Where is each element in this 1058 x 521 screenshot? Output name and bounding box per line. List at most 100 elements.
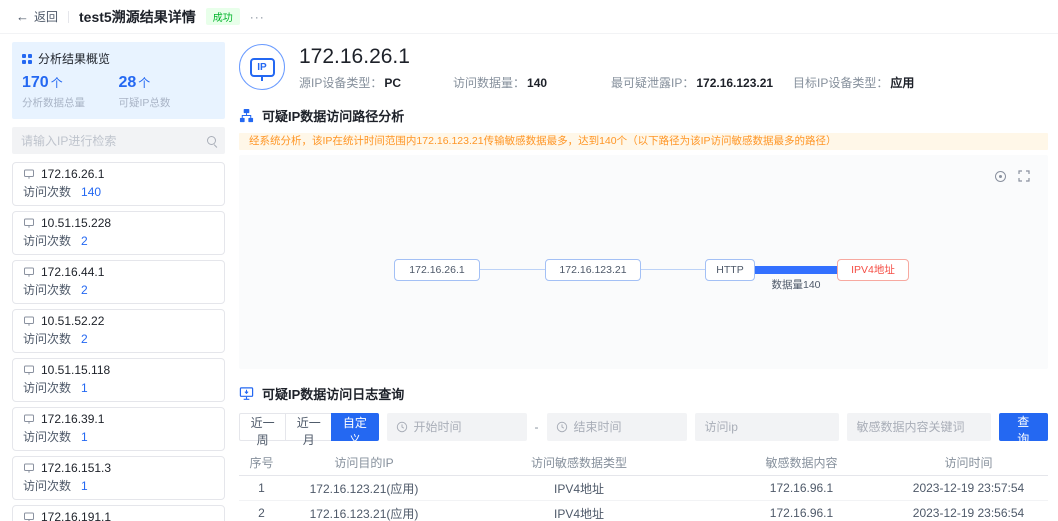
- more-menu-button[interactable]: ···: [250, 10, 265, 24]
- diagram-toolbar: [995, 170, 1030, 182]
- visit-count-label: 访问次数: [23, 332, 71, 346]
- ip-list-item[interactable]: 172.16.39.1 访问次数 1: [12, 407, 225, 451]
- end-time-input[interactable]: [574, 420, 678, 434]
- back-button[interactable]: ← 返回: [16, 8, 58, 25]
- ip-list-item[interactable]: 172.16.151.3 访问次数1: [12, 456, 225, 500]
- stat-total-data: 170个 分析数据总量: [22, 74, 119, 110]
- stat-label: 可疑IP总数: [119, 95, 216, 110]
- visit-count: 2: [81, 283, 88, 297]
- stat-value: 170: [22, 74, 49, 91]
- table-header-row: 序号 访问目的IP 访问敏感数据类型 敏感数据内容 访问时间: [239, 450, 1048, 476]
- back-arrow-icon: ←: [16, 9, 29, 24]
- clock-icon: [556, 421, 568, 433]
- ip-address: 172.16.39.1: [41, 412, 104, 426]
- cell-dest-ip: 172.16.123.21(应用): [284, 505, 444, 521]
- range-month-button[interactable]: 近一月: [285, 413, 332, 441]
- search-icon[interactable]: [207, 136, 216, 145]
- stat-suspicious-ips: 28个 可疑IP总数: [119, 74, 216, 110]
- meta-value: 应用: [890, 76, 914, 90]
- diagram-node-source-ip[interactable]: 172.16.26.1: [394, 259, 480, 281]
- stat-unit: 个: [51, 76, 63, 90]
- ip-address: 10.51.15.118: [41, 363, 110, 377]
- cell-data-type: IPV4地址: [444, 505, 714, 521]
- back-label: 返回: [34, 8, 58, 25]
- keyword-input[interactable]: [847, 413, 991, 441]
- visit-count-label: 访问次数: [23, 283, 71, 297]
- ip-list-item[interactable]: 10.51.15.118 访问次数 1: [12, 358, 225, 402]
- cell-time: 2023-12-19 23:57:54: [889, 481, 1048, 495]
- stat-value: 28: [119, 74, 137, 91]
- range-custom-button[interactable]: 自定义: [331, 413, 378, 441]
- range-week-button[interactable]: 近一周: [239, 413, 286, 441]
- visit-count-label: 访问次数: [23, 234, 71, 248]
- ip-tag-icon: [23, 413, 35, 425]
- path-section-title-row: 可疑IP数据访问路径分析: [239, 106, 1048, 125]
- cell-index: 1: [239, 481, 284, 495]
- meta-target-device: 目标IP设备类型：应用: [793, 74, 914, 91]
- visit-count-label: 访问次数: [23, 479, 71, 493]
- fullscreen-icon[interactable]: [1018, 170, 1030, 182]
- ip-glyph: IP: [250, 58, 275, 77]
- meta-value: PC: [384, 76, 401, 90]
- ip-address: 10.51.52.22: [41, 314, 104, 328]
- path-section-title: 可疑IP数据访问路径分析: [262, 106, 404, 125]
- log-section-title-row: 可疑IP数据访问日志查询: [239, 384, 1048, 403]
- page-title: test5溯源结果详情: [79, 7, 196, 27]
- visit-count: 2: [81, 234, 88, 248]
- visit-count-label: 访问次数: [23, 430, 71, 444]
- grid-icon: [22, 54, 32, 64]
- meta-source-device: 源IP设备类型：PC: [299, 74, 453, 91]
- ip-tag-icon: [23, 364, 35, 376]
- overview-card: 分析结果概览 170个 分析数据总量 28个 可疑IP总数: [12, 42, 225, 119]
- ip-list-item[interactable]: 172.16.44.1 访问次数 2: [12, 260, 225, 304]
- diagram-node-leak-ip[interactable]: 172.16.123.21: [545, 259, 641, 281]
- meta-label: 源IP设备类型：: [299, 76, 382, 90]
- ip-list-item[interactable]: 10.51.52.22 访问次数 2: [12, 309, 225, 353]
- analysis-alert: 经系统分析，该IP在统计时间范围内172.16.123.21传输敏感数据最多，达…: [239, 133, 1048, 150]
- status-badge: 成功: [206, 8, 240, 25]
- ip-address: 10.51.15.228: [41, 216, 111, 230]
- ip-tag-icon: [23, 511, 35, 521]
- ip-list: 172.16.26.1 访问次数140 10.51.15.228 访问次数 2 1…: [12, 162, 225, 521]
- diagram-node-data-type[interactable]: IPV4地址: [837, 259, 909, 281]
- ip-tag-icon: [23, 462, 35, 474]
- ip-search-input[interactable]: [21, 134, 207, 148]
- start-time-input[interactable]: [414, 420, 518, 434]
- locate-icon[interactable]: [995, 171, 1006, 182]
- overview-title: 分析结果概览: [38, 50, 110, 67]
- ip-list-item[interactable]: 172.16.191.1 访问次数1: [12, 505, 225, 521]
- ip-address: 172.16.151.3: [41, 461, 111, 475]
- visit-count-label: 访问次数: [23, 381, 71, 395]
- col-header: 访问时间: [889, 454, 1048, 471]
- end-time-field: [547, 413, 687, 441]
- ip-search: [12, 127, 225, 154]
- main-content: IP 172.16.26.1 源IP设备类型：PC 访问数据量：140 最可疑泄…: [239, 42, 1048, 521]
- ip-meta-row: 源IP设备类型：PC 访问数据量：140 最可疑泄露IP：172.16.123.…: [299, 74, 1048, 91]
- time-range-group: 近一周 近一月 自定义: [239, 413, 379, 441]
- cell-data-content: 172.16.96.1: [714, 481, 889, 495]
- meta-value: 140: [527, 76, 547, 90]
- clock-icon: [396, 421, 408, 433]
- visit-ip-input[interactable]: [695, 413, 839, 441]
- ip-address: 172.16.44.1: [41, 265, 104, 279]
- log-table: 序号 访问目的IP 访问敏感数据类型 敏感数据内容 访问时间 1 172.16.…: [239, 450, 1048, 521]
- cell-data-content: 172.16.96.1: [714, 506, 889, 520]
- diagram-edge: [480, 269, 545, 270]
- monitor-icon: [239, 386, 254, 401]
- visit-count-label: 访问次数: [23, 185, 71, 199]
- log-section-title: 可疑IP数据访问日志查询: [262, 384, 404, 403]
- divider: [68, 11, 69, 23]
- visit-count: 1: [81, 430, 88, 444]
- query-button[interactable]: 查询: [999, 413, 1048, 441]
- meta-label: 目标IP设备类型：: [793, 76, 888, 90]
- meta-data-volume: 访问数据量：140: [453, 74, 611, 91]
- range-separator: -: [535, 420, 539, 434]
- visit-count: 2: [81, 332, 88, 346]
- cell-dest-ip: 172.16.123.21(应用): [284, 480, 444, 497]
- visit-count: 1: [81, 381, 88, 395]
- meta-label: 最可疑泄露IP：: [611, 76, 694, 90]
- start-time-field: [387, 413, 527, 441]
- page-body: 分析结果概览 170个 分析数据总量 28个 可疑IP总数 172.16.26.…: [0, 34, 1058, 521]
- ip-list-item[interactable]: 172.16.26.1 访问次数140: [12, 162, 225, 206]
- ip-list-item[interactable]: 10.51.15.228 访问次数 2: [12, 211, 225, 255]
